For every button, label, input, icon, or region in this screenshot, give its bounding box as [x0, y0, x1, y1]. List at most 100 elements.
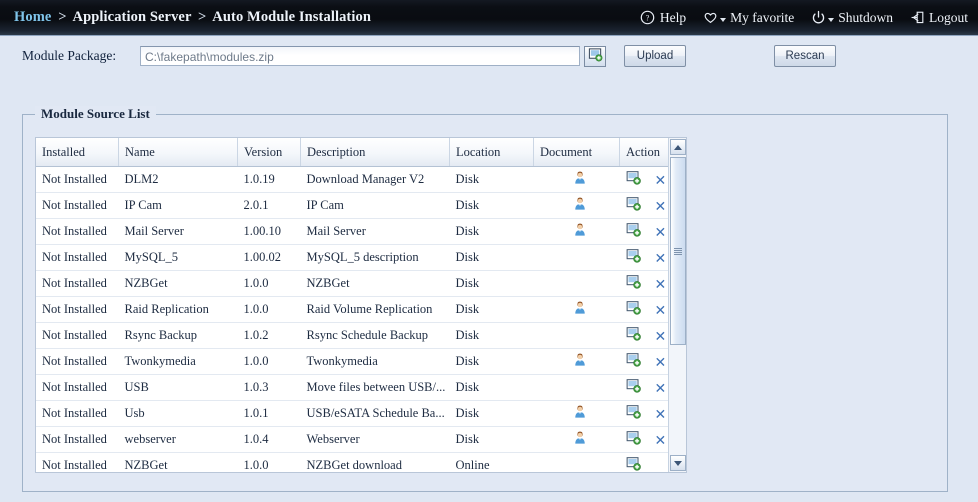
cell-installed: Not Installed: [36, 374, 119, 401]
cell-location: Disk: [449, 192, 534, 219]
nav-item-logout[interactable]: Logout: [909, 10, 968, 26]
scroll-up-button[interactable]: [670, 139, 686, 155]
column-header-version[interactable]: Version: [237, 138, 301, 167]
cell-version: 1.00.10: [237, 218, 301, 245]
rescan-button[interactable]: Rescan: [774, 45, 836, 67]
user-person-icon: [573, 197, 587, 214]
table-vertical-scrollbar[interactable]: [668, 138, 686, 472]
install-window-plus-icon[interactable]: [626, 300, 641, 319]
table-row[interactable]: Not Installed Mail Server 1.00.10 Mail Serv…: [36, 218, 686, 245]
table-row[interactable]: Not Installed NZBGet 1.0.0 NZBGet download O…: [36, 452, 686, 472]
cell-installed: Not Installed: [36, 322, 119, 349]
module-package-label: Module Package:: [22, 48, 117, 63]
table-row[interactable]: Not Installed Raid Replication 1.0.0 Raid V…: [36, 296, 686, 323]
remove-x-icon[interactable]: ✕: [655, 433, 667, 447]
nav-item-shutdown[interactable]: Shutdown: [810, 10, 893, 26]
table-header-row: Installed Name Version Description Locat…: [36, 138, 686, 167]
upload-button[interactable]: Upload: [624, 45, 686, 67]
cell-document: [533, 374, 620, 401]
cell-location: Disk: [449, 244, 534, 271]
remove-x-icon[interactable]: ✕: [655, 329, 667, 343]
install-window-plus-icon[interactable]: [626, 248, 641, 267]
cell-description: USB/eSATA Schedule Ba...: [300, 400, 450, 427]
nav-label-shutdown: Shutdown: [838, 9, 893, 25]
table-row[interactable]: Not Installed IP Cam 2.0.1 IP Cam Disk ✕: [36, 192, 686, 219]
cell-installed: Not Installed: [36, 192, 119, 219]
column-header-location[interactable]: Location: [449, 138, 534, 167]
top-navigation: ? Help My favorite Shutdown Logout: [640, 10, 968, 26]
cell-description: Move files between USB/...: [300, 374, 450, 401]
breadcrumb-home[interactable]: Home: [14, 9, 51, 25]
install-window-plus-icon[interactable]: [626, 222, 641, 241]
column-header-installed[interactable]: Installed: [36, 138, 119, 167]
remove-x-icon[interactable]: ✕: [655, 225, 667, 239]
breadcrumb-item-application-server[interactable]: Application Server: [73, 9, 192, 25]
cell-description: Raid Volume Replication: [300, 296, 450, 323]
cell-location: Disk: [449, 400, 534, 427]
cell-name: Usb: [118, 400, 238, 427]
browse-file-button[interactable]: [584, 45, 606, 67]
table-row[interactable]: Not Installed webserver 1.0.4 Webserver Disk…: [36, 426, 686, 453]
cell-installed: Not Installed: [36, 452, 119, 472]
cell-location: Disk: [449, 166, 534, 193]
remove-x-icon[interactable]: ✕: [655, 199, 667, 213]
nav-item-help[interactable]: ? Help: [640, 10, 686, 26]
column-header-document[interactable]: Document: [533, 138, 620, 167]
table-row[interactable]: Not Installed MySQL_5 1.00.02 MySQL_5 descr…: [36, 244, 686, 271]
install-window-plus-icon[interactable]: [626, 196, 641, 215]
table-row[interactable]: Not Installed NZBGet 1.0.0 NZBGet Disk ✕: [36, 270, 686, 297]
table-row[interactable]: Not Installed USB 1.0.3 Move files between …: [36, 374, 686, 401]
cell-location: Disk: [449, 348, 534, 375]
cell-document: [533, 270, 620, 297]
table-row[interactable]: Not Installed Twonkymedia 1.0.0 Twonkymedia…: [36, 348, 686, 375]
user-person-icon: [573, 353, 587, 370]
remove-x-icon[interactable]: ✕: [655, 251, 667, 265]
cell-document: [533, 322, 620, 349]
table-row[interactable]: Not Installed Rsync Backup 1.0.2 Rsync Sche…: [36, 322, 686, 349]
cell-location: Disk: [449, 426, 534, 453]
install-window-plus-icon[interactable]: [626, 378, 641, 397]
user-person-icon: [573, 301, 587, 318]
remove-x-icon[interactable]: ✕: [655, 173, 667, 187]
cell-description: Mail Server: [300, 218, 450, 245]
nav-item-my-favorite[interactable]: My favorite: [702, 10, 794, 26]
remove-x-icon[interactable]: ✕: [655, 303, 667, 317]
breadcrumb: Home > Application Server > Auto Module …: [14, 9, 371, 26]
column-header-name[interactable]: Name: [118, 138, 238, 167]
nav-label-help: Help: [659, 9, 687, 25]
cell-document: [533, 426, 620, 453]
breadcrumb-separator: >: [58, 9, 67, 25]
column-header-description[interactable]: Description: [300, 138, 450, 167]
scroll-down-arrow-icon: [674, 460, 682, 466]
remove-x-icon[interactable]: ✕: [655, 407, 667, 421]
cell-version: 1.0.0: [237, 270, 301, 297]
scrollbar-thumb[interactable]: [670, 157, 686, 345]
cell-description: NZBGet: [300, 270, 450, 297]
table-body: Not Installed DLM2 1.0.19 Download Manager …: [36, 166, 686, 472]
install-window-plus-icon[interactable]: [626, 326, 641, 345]
cell-version: 1.0.4: [237, 426, 301, 453]
heart-icon: [702, 10, 718, 26]
cell-name: MySQL_5: [118, 244, 238, 271]
install-window-plus-icon[interactable]: [626, 430, 641, 449]
cell-name: USB: [118, 374, 238, 401]
cell-installed: Not Installed: [36, 400, 119, 427]
remove-x-icon[interactable]: ✕: [655, 381, 667, 395]
cell-document: [533, 452, 620, 472]
remove-x-icon[interactable]: ✕: [655, 277, 667, 291]
cell-version: 1.0.19: [237, 166, 301, 193]
install-window-plus-icon[interactable]: [626, 170, 641, 189]
scroll-down-button[interactable]: [670, 455, 686, 471]
module-package-file-input[interactable]: C:\fakepath\modules.zip: [140, 46, 580, 66]
install-window-plus-icon[interactable]: [626, 456, 641, 472]
install-window-plus-icon[interactable]: [626, 274, 641, 293]
cell-installed: Not Installed: [36, 166, 119, 193]
remove-x-icon[interactable]: ✕: [655, 355, 667, 369]
cell-version: 1.0.2: [237, 322, 301, 349]
table-row[interactable]: Not Installed DLM2 1.0.19 Download Manager …: [36, 166, 686, 193]
install-window-plus-icon[interactable]: [626, 352, 641, 371]
cell-document: [533, 400, 620, 427]
table-row[interactable]: Not Installed Usb 1.0.1 USB/eSATA Schedule …: [36, 400, 686, 427]
cell-location: Disk: [449, 296, 534, 323]
install-window-plus-icon[interactable]: [626, 404, 641, 423]
